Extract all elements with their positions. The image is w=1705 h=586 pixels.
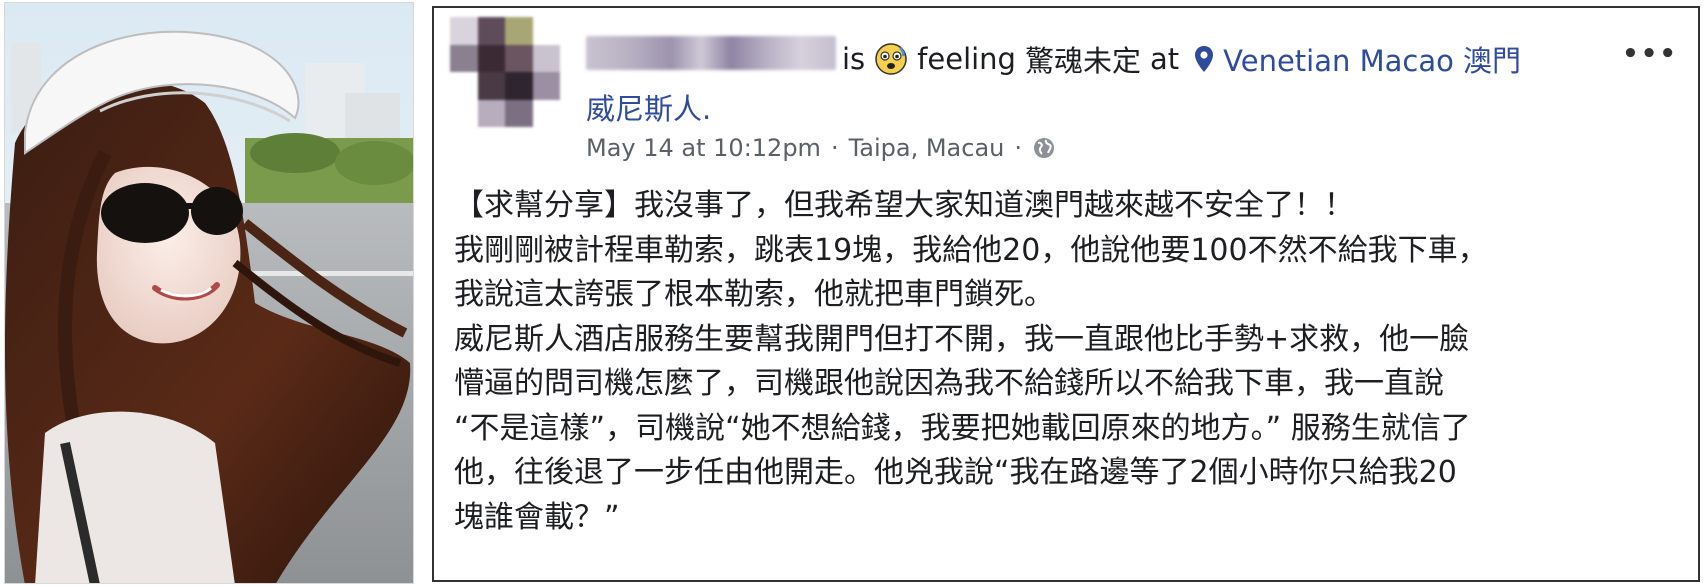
post-body: 【求幫分享】我沒事了，但我希望大家知道澳門越來越不安全了！！ 我剛剛被計程車勒索… — [454, 184, 1682, 540]
more-options-icon[interactable]: ••• — [1622, 41, 1678, 67]
timestamp[interactable]: May 14 at 10:12pm — [586, 134, 821, 162]
photo-illustration — [5, 3, 413, 583]
post-body-line: 【求幫分享】我沒事了，但我希望大家知道澳門越來越不安全了！！ — [454, 188, 1354, 223]
facebook-post: is feeling 驚魂未定 at Venetian Macao 澳門 •••… — [432, 6, 1700, 582]
post-body-line: 懵逼的問司機怎麼了，司機跟他說因為我不給錢所以不給我下車，我一直說 — [454, 366, 1444, 401]
blurred-username[interactable] — [586, 36, 836, 70]
globe-icon[interactable] — [1032, 136, 1056, 160]
post-body-line: 他，往後退了一步任由他開走。他兇我說“我在路邊等了2個小時你只給我20 — [454, 455, 1457, 490]
feeling-word: feeling — [917, 42, 1016, 76]
is-text: is — [842, 42, 866, 76]
location-link-continued[interactable]: 威尼斯人. — [586, 86, 711, 128]
post-body-line: 我說這太誇張了根本勒索，他就把車門鎖死。 — [454, 277, 1054, 312]
location-link[interactable]: Venetian Macao 澳門 — [1223, 38, 1521, 80]
blurred-avatar — [450, 17, 560, 127]
at-word: at — [1149, 42, 1180, 76]
post-body-line: 威尼斯人酒店服務生要幫我開門但打不開，我一直跟他比手勢+求救，他一臉 — [454, 321, 1470, 357]
feeling-text[interactable]: 驚魂未定 — [1025, 38, 1141, 80]
post-meta: May 14 at 10:12pm · Taipa, Macau · — [586, 134, 1056, 162]
post-body-line: 塊誰會載？” — [454, 499, 620, 535]
profile-photo — [4, 2, 414, 584]
place-link[interactable]: Taipa, Macau — [849, 134, 1005, 162]
map-pin-icon — [1195, 46, 1214, 72]
post-body-line: “不是這樣”，司機說“她不想給錢，我要把她載回原來的地方。” 服務生就信了 — [454, 410, 1471, 446]
post-headline: is feeling 驚魂未定 at Venetian Macao 澳門 — [842, 38, 1521, 80]
anxious-face-emoji-icon — [875, 43, 907, 75]
meta-separator: · — [1014, 134, 1023, 162]
meta-separator: · — [830, 134, 839, 162]
post-body-line: 我剛剛被計程車勒索，跳表19塊，我給他20，他說他要100不然不給我下車， — [454, 232, 1488, 268]
